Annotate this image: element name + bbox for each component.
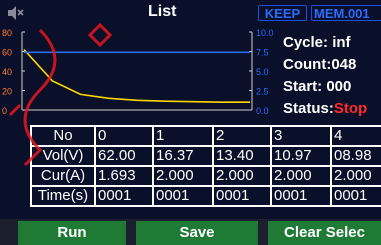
current-cell-3[interactable]: 2.000 [270, 165, 332, 187]
voltage-cell-1[interactable]: 16.37 [152, 145, 214, 167]
right-tick-label: 5.0 [256, 67, 269, 77]
cycle-value: inf [332, 34, 351, 51]
voltage-cell-4[interactable]: 08.98 [330, 145, 381, 167]
voltage-cell-2[interactable]: 13.40 [212, 145, 272, 167]
right-tick-label: 0.0 [256, 106, 269, 116]
current-cell-1[interactable]: 2.000 [152, 165, 214, 187]
left-tick-label: 20 [2, 87, 12, 97]
start-info: Start: 000 [283, 77, 351, 97]
right-tick-label: 10.0 [256, 28, 274, 38]
start-label: Start: [283, 78, 327, 95]
column-index-0[interactable]: 0 [94, 125, 154, 147]
keep-badge[interactable]: KEEP [258, 5, 307, 21]
voltage-current-chart: 80 60 40 20 0 10.0 7.5 5.0 2.5 0.0 [2, 28, 274, 116]
left-tick-label: 60 [2, 48, 12, 58]
device-screen: List KEEP MEM.001 80 60 40 20 0 10.0 7.5 5.0 2.… [0, 0, 381, 245]
cycle-info: Cycle: inf [283, 33, 351, 53]
voltage-series-line [23, 48, 250, 103]
column-index-1[interactable]: 1 [152, 125, 214, 147]
right-tick-label: 2.5 [256, 87, 269, 97]
table-row-no: No 0 1 2 3 4 [30, 125, 381, 147]
current-cell-0[interactable]: 1.693 [94, 165, 154, 187]
right-axis: 10.0 7.5 5.0 2.5 0.0 [249, 28, 274, 116]
time-cell-1[interactable]: 0001 [152, 185, 214, 207]
status-label: Status: [283, 100, 334, 117]
table-row-time: Time(s) 0001 0001 0001 0001 0001 [30, 185, 381, 207]
row-header-time: Time(s) [30, 185, 96, 207]
time-cell-2[interactable]: 0001 [212, 185, 272, 207]
right-tick-label: 7.5 [256, 48, 269, 58]
status-value: Stop [333, 100, 368, 117]
table-row-voltage: Vol(V) 62.00 16.37 13.40 10.97 08.98 [30, 145, 381, 167]
row-header-no: No [30, 125, 96, 147]
softkey-bar: Run Save Clear Selec [0, 219, 381, 245]
page-title: List [148, 3, 177, 20]
left-tick-label: 40 [2, 67, 12, 77]
header-bar: List KEEP MEM.001 [0, 0, 381, 26]
time-cell-3[interactable]: 0001 [270, 185, 332, 207]
count-value: 048 [331, 56, 357, 73]
column-index-4[interactable]: 4 [330, 125, 381, 147]
clear-selection-button[interactable]: Clear Selec [268, 221, 381, 245]
column-index-3[interactable]: 3 [270, 125, 332, 147]
list-table: No 0 1 2 3 4 Vol(V) 62.00 16.37 13.40 10… [30, 125, 381, 207]
time-cell-4[interactable]: 0001 [330, 185, 381, 207]
speaker-mute-icon[interactable] [6, 4, 24, 22]
left-tick-label: 80 [2, 28, 12, 38]
start-value: 000 [326, 78, 352, 95]
time-cell-0[interactable]: 0001 [94, 185, 154, 207]
memory-slot-badge[interactable]: MEM.001 [311, 5, 381, 21]
column-index-2[interactable]: 2 [212, 125, 272, 147]
current-cell-2[interactable]: 2.000 [212, 165, 272, 187]
count-info: Count:048 [283, 55, 356, 75]
save-button[interactable]: Save [136, 221, 258, 245]
voltage-cell-0[interactable]: 62.00 [94, 145, 154, 167]
series-group [23, 48, 250, 103]
left-tick-label: 0 [2, 106, 7, 116]
voltage-cell-3[interactable]: 10.97 [270, 145, 332, 167]
current-cell-4[interactable]: 2.000 [330, 165, 381, 187]
table-row-current: Cur(A) 1.693 2.000 2.000 2.000 2.000 [30, 165, 381, 187]
row-header-current: Cur(A) [30, 165, 96, 187]
status-info: Status:Stop [283, 99, 367, 119]
row-header-voltage: Vol(V) [30, 145, 96, 167]
cycle-label: Cycle: [283, 34, 333, 51]
list-table-container: No 0 1 2 3 4 Vol(V) 62.00 16.37 13.40 10… [30, 125, 381, 217]
run-button[interactable]: Run [18, 221, 126, 245]
count-label: Count: [283, 56, 332, 73]
